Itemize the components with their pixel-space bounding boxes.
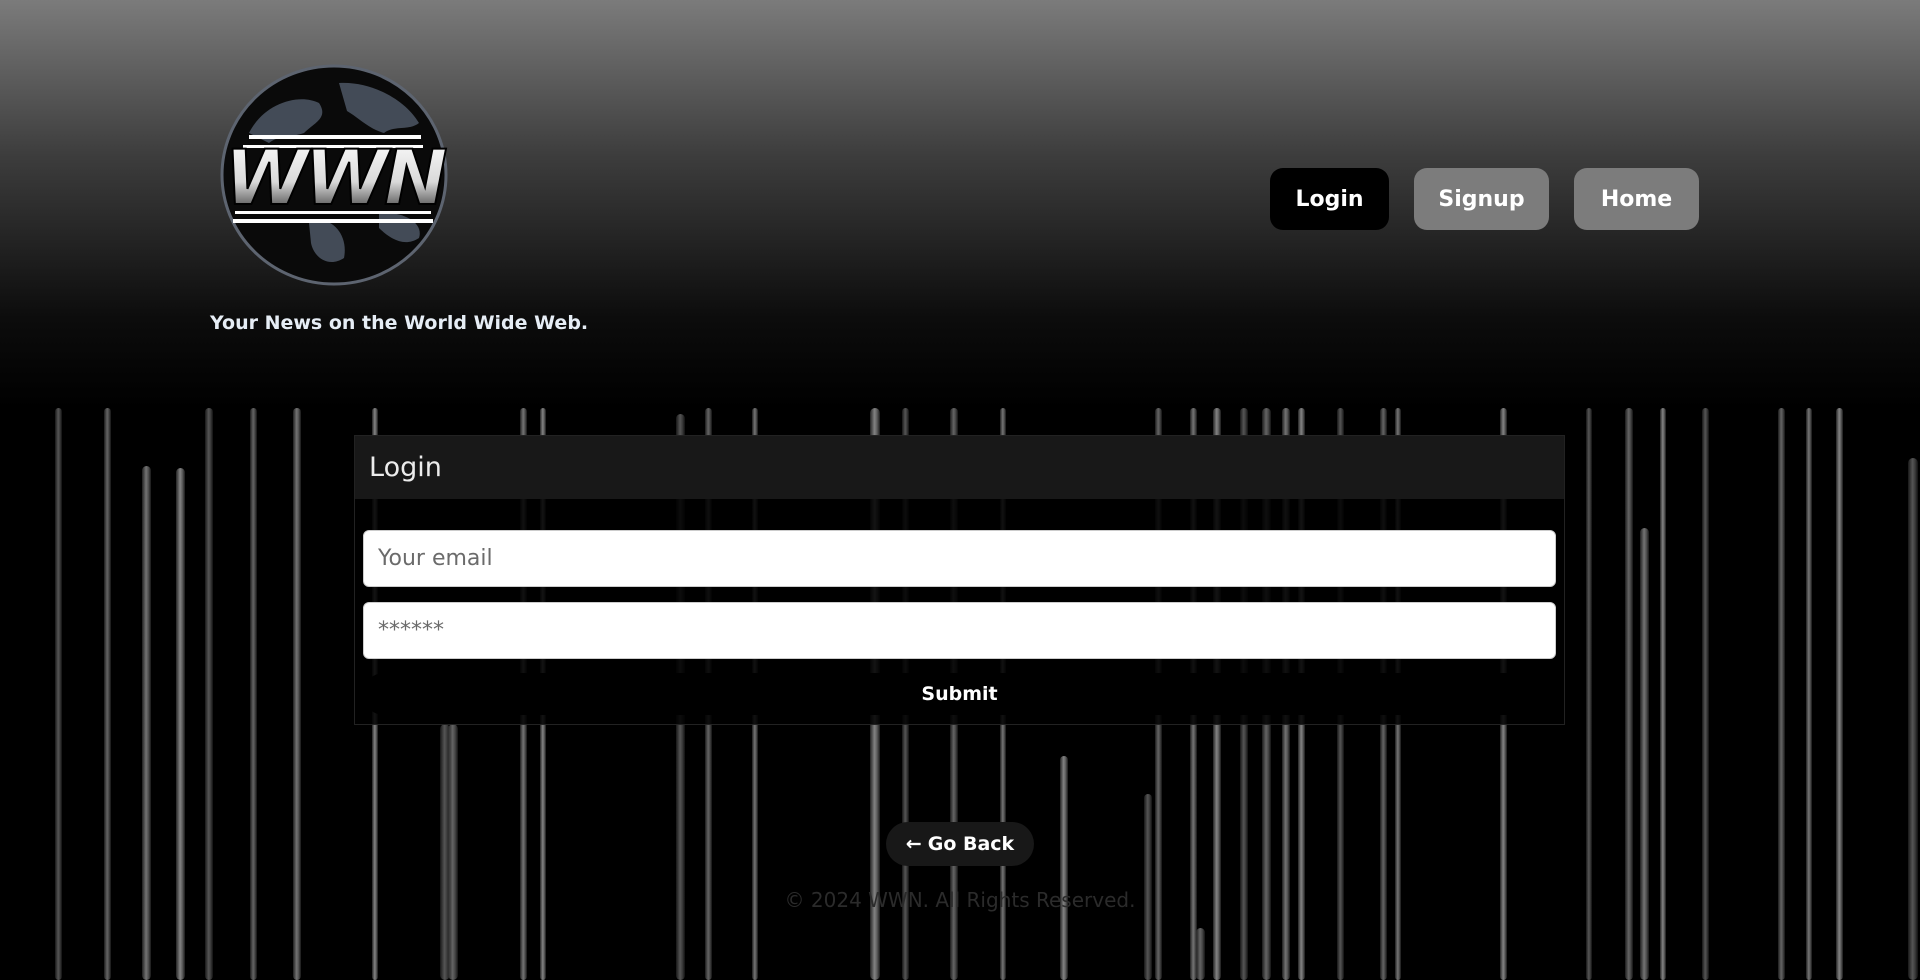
globe-logo-icon: WWN <box>220 64 449 286</box>
background-rod <box>448 724 458 980</box>
nav-home-button[interactable]: Home <box>1574 168 1699 230</box>
arrow-left-icon: ← <box>905 833 922 855</box>
go-back-label: Go Back <box>927 833 1015 855</box>
email-input[interactable] <box>363 530 1556 587</box>
site-tagline: Your News on the World Wide Web. <box>210 312 589 334</box>
top-nav: Login Signup Home <box>1270 168 1699 230</box>
svg-text:WWN: WWN <box>224 133 447 222</box>
nav-login-button[interactable]: Login <box>1270 168 1389 230</box>
background-rod <box>1640 528 1649 980</box>
site-header: WWN Your News on the World Wide Web. Log… <box>0 0 1920 408</box>
wwn-logo[interactable]: WWN <box>219 63 449 287</box>
password-input[interactable] <box>363 602 1556 659</box>
login-card-header: Login <box>355 436 1564 499</box>
nav-signup-button[interactable]: Signup <box>1414 168 1549 230</box>
background-rod <box>1144 794 1152 980</box>
go-back-button[interactable]: ← Go Back <box>886 822 1034 866</box>
background-rod <box>1196 928 1205 980</box>
submit-button[interactable]: Submit <box>363 673 1556 715</box>
footer-copyright: © 2024 WWN. All Rights Reserved. <box>784 888 1136 912</box>
login-title: Login <box>369 452 442 483</box>
background-rod <box>1060 756 1068 980</box>
login-card: Login Submit <box>354 435 1565 725</box>
